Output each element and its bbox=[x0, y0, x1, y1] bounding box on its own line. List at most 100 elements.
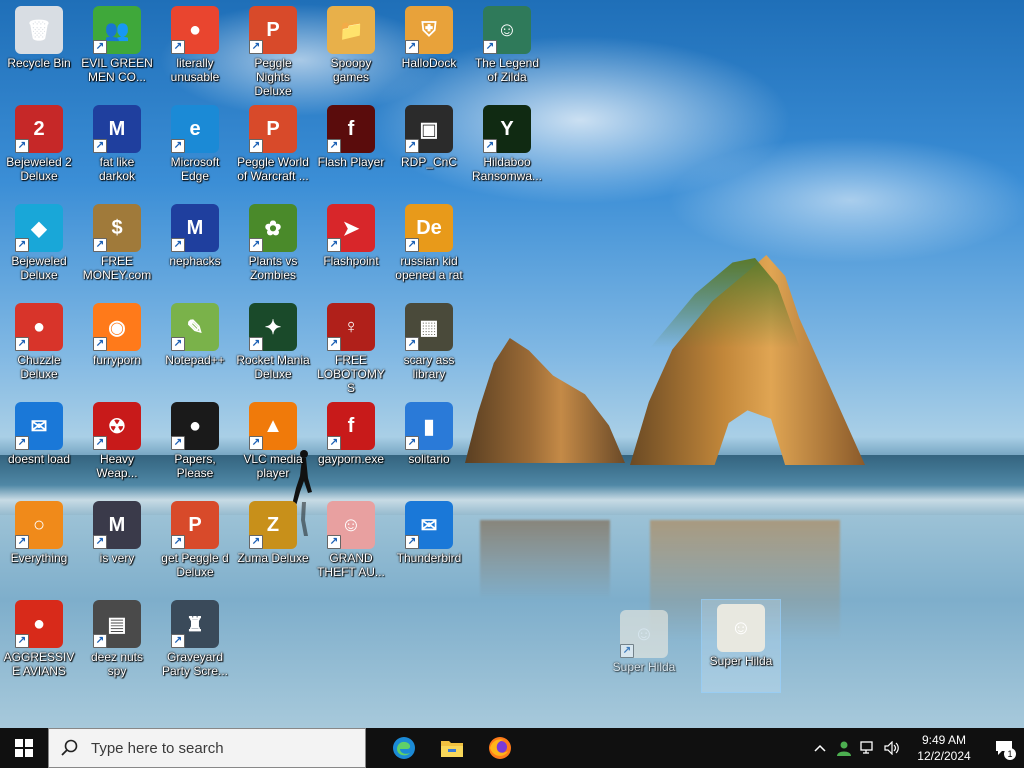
shortcut-arrow-icon: ↗ bbox=[171, 139, 185, 153]
desktop-icon[interactable]: ✉ ↗ doesnt load bbox=[0, 398, 78, 490]
taskbar-search-box[interactable] bbox=[48, 728, 366, 768]
desktop-icon-label: GRAND THEFT AU... bbox=[317, 551, 385, 579]
desktop-icon[interactable]: ✎ ↗ Notepad++ bbox=[156, 299, 234, 391]
desktop-icon[interactable]: ☺ Super Hilda bbox=[701, 599, 781, 693]
desktop-icon[interactable]: P ↗ Peggle Nights Deluxe bbox=[234, 2, 312, 98]
shortcut-arrow-icon: ↗ bbox=[93, 634, 107, 648]
desktop-icon[interactable]: ● ↗ AGGRESSIVE AVIANS bbox=[0, 596, 78, 688]
desktop-icon[interactable]: ☺ ↗ GRAND THEFT AU... bbox=[312, 497, 390, 589]
desktop-icon-label: Hildaboo Ransomwa... bbox=[471, 155, 543, 183]
taskbar-edge-button[interactable] bbox=[380, 728, 428, 768]
shortcut-arrow-icon: ↗ bbox=[15, 238, 29, 252]
app-glyph: ● bbox=[32, 612, 46, 635]
desktop-icon[interactable]: ⛨ ↗ HalloDock bbox=[390, 2, 468, 94]
app-icon: ● ↗ bbox=[15, 600, 63, 648]
desktop-icon[interactable]: P ↗ Peggle World of Warcraft ... bbox=[234, 101, 312, 193]
network-tray-button[interactable] bbox=[856, 728, 880, 768]
desktop-icon[interactable]: f ↗ Flash Player bbox=[312, 101, 390, 193]
desktop-icon-label: FREE LOBOTOMYS bbox=[317, 353, 385, 395]
desktop-icon[interactable]: f ↗ gayporn.exe bbox=[312, 398, 390, 490]
app-glyph: ☺ bbox=[730, 616, 752, 639]
volume-tray-button[interactable] bbox=[880, 728, 904, 768]
desktop-icon-label: nephacks bbox=[169, 254, 221, 268]
start-button[interactable] bbox=[0, 728, 48, 768]
desktop-icon[interactable]: 2 ↗ Bejeweled 2 Deluxe bbox=[0, 101, 78, 193]
shortcut-arrow-icon: ↗ bbox=[249, 337, 263, 351]
desktop-icon-label: Flashpoint bbox=[323, 254, 379, 268]
desktop-icon[interactable]: ✉ ↗ Thunderbird bbox=[390, 497, 468, 589]
shortcut-arrow-icon: ↗ bbox=[171, 535, 185, 549]
desktop-icon[interactable]: P ↗ get Peggle d Deluxe bbox=[156, 497, 234, 589]
desktop-icon[interactable]: ◉ ↗ furryporn bbox=[78, 299, 156, 391]
desktop-icon[interactable]: M ↗ nephacks bbox=[156, 200, 234, 292]
desktop-icon[interactable]: ♜ ↗ Graveyard Party Scre... bbox=[156, 596, 234, 688]
desktop-icon[interactable]: M ↗ is very bbox=[78, 497, 156, 589]
desktop-icon[interactable]: ▲ ↗ VLC media player bbox=[234, 398, 312, 490]
desktop-icon[interactable]: ➤ ↗ Flashpoint bbox=[312, 200, 390, 292]
app-glyph: ✉ bbox=[30, 415, 48, 438]
desktop-icon[interactable]: ✦ ↗ Rocket Mania Deluxe bbox=[234, 299, 312, 391]
desktop-icon[interactable]: ▤ ↗ deez nuts spy bbox=[78, 596, 156, 688]
taskbar-clock[interactable]: 9:49 AM 12/2/2024 bbox=[904, 732, 984, 764]
app-icon: ♜ ↗ bbox=[171, 600, 219, 648]
desktop-icon[interactable]: ☢ ↗ Heavy Weap... bbox=[78, 398, 156, 490]
desktop-icon-label: HalloDock bbox=[401, 56, 457, 70]
app-icon: ◉ ↗ bbox=[93, 303, 141, 351]
app-icon: $ ↗ bbox=[93, 204, 141, 252]
app-glyph: ▲ bbox=[263, 414, 283, 437]
app-icon: ☺ bbox=[717, 604, 765, 652]
desktop-icon[interactable]: ● ↗ Papers, Please bbox=[156, 398, 234, 490]
desktop-icon-label: Rocket Mania Deluxe bbox=[236, 353, 310, 381]
desktop-icon[interactable]: Z ↗ Zuma Deluxe bbox=[234, 497, 312, 589]
desktop-icon[interactable]: 🗑 Recycle Bin bbox=[0, 2, 78, 94]
desktop-icon[interactable]: ▣ ↗ RDP_CnC bbox=[390, 101, 468, 193]
desktop-icon-label: FREE MONEY.com bbox=[82, 254, 152, 282]
desktop-icon[interactable]: ● ↗ literally unusable bbox=[156, 2, 234, 94]
desktop-icon[interactable]: ▮ ↗ solitario bbox=[390, 398, 468, 490]
app-glyph: ▦ bbox=[419, 316, 439, 339]
desktop-icon[interactable]: ▦ ↗ scary ass library bbox=[390, 299, 468, 391]
desktop-icon[interactable]: Y ↗ Hildaboo Ransomwa... bbox=[468, 101, 546, 193]
desktop-icon[interactable]: ♀ ↗ FREE LOBOTOMYS bbox=[312, 299, 390, 395]
app-icon: De ↗ bbox=[405, 204, 453, 252]
shortcut-arrow-icon: ↗ bbox=[405, 535, 419, 549]
desktop-icon-label: Flash Player bbox=[317, 155, 385, 169]
user-tray-button[interactable] bbox=[832, 728, 856, 768]
desktop-icon[interactable]: 📁 Spoopy games bbox=[312, 2, 390, 94]
desktop-icon-label: Peggle World of Warcraft ... bbox=[237, 155, 309, 183]
taskbar: 9:49 AM 12/2/2024 1 bbox=[0, 728, 1024, 768]
chevron-up-icon bbox=[814, 744, 826, 752]
desktop-icon-label: EVIL GREEN MEN CO... bbox=[81, 56, 153, 84]
desktop-icon[interactable]: e ↗ Microsoft Edge bbox=[156, 101, 234, 193]
app-glyph: e bbox=[189, 117, 201, 140]
app-icon: M ↗ bbox=[171, 204, 219, 252]
taskbar-file-explorer-button[interactable] bbox=[428, 728, 476, 768]
desktop[interactable]: 🗑 Recycle Bin 👥 ↗ EVIL GREEN MEN CO... ● ↗ lite… bbox=[0, 0, 1024, 728]
desktop-icon[interactable]: ✿ ↗ Plants vs Zombies bbox=[234, 200, 312, 292]
shortcut-arrow-icon: ↗ bbox=[405, 436, 419, 450]
show-hidden-icons-button[interactable] bbox=[808, 728, 832, 768]
shortcut-arrow-icon: ↗ bbox=[620, 644, 634, 658]
desktop-icon-label: Thunderbird bbox=[396, 551, 462, 565]
desktop-icon[interactable]: De ↗ russian kid opened a rat bbox=[390, 200, 468, 292]
search-input[interactable] bbox=[89, 738, 353, 758]
edge-icon bbox=[393, 737, 415, 759]
desktop-icon-label: Bejeweled Deluxe bbox=[11, 254, 67, 282]
desktop-icon[interactable]: $ ↗ FREE MONEY.com bbox=[78, 200, 156, 292]
taskbar-firefox-button[interactable] bbox=[476, 728, 524, 768]
action-center-button[interactable]: 1 bbox=[984, 728, 1024, 768]
desktop-icon[interactable]: ◆ ↗ Bejeweled Deluxe bbox=[0, 200, 78, 292]
desktop-icon[interactable]: ○ ↗ Everything bbox=[0, 497, 78, 589]
desktop-icon[interactable]: M ↗ fat like darkok bbox=[78, 101, 156, 193]
shortcut-arrow-icon: ↗ bbox=[249, 535, 263, 549]
app-glyph: ✦ bbox=[264, 316, 282, 339]
app-icon: ▣ ↗ bbox=[405, 105, 453, 153]
desktop-icon[interactable]: ☺ ↗ Super Hilda bbox=[605, 606, 683, 698]
desktop-icon[interactable]: ● ↗ Chuzzle Deluxe bbox=[0, 299, 78, 391]
app-glyph: f bbox=[347, 117, 355, 140]
app-icon: ✿ ↗ bbox=[249, 204, 297, 252]
folder-icon bbox=[441, 741, 463, 757]
app-icon: P ↗ bbox=[249, 105, 297, 153]
desktop-icon[interactable]: ☺ ↗ The Legend of Zilda bbox=[468, 2, 546, 94]
desktop-icon[interactable]: 👥 ↗ EVIL GREEN MEN CO... bbox=[78, 2, 156, 94]
